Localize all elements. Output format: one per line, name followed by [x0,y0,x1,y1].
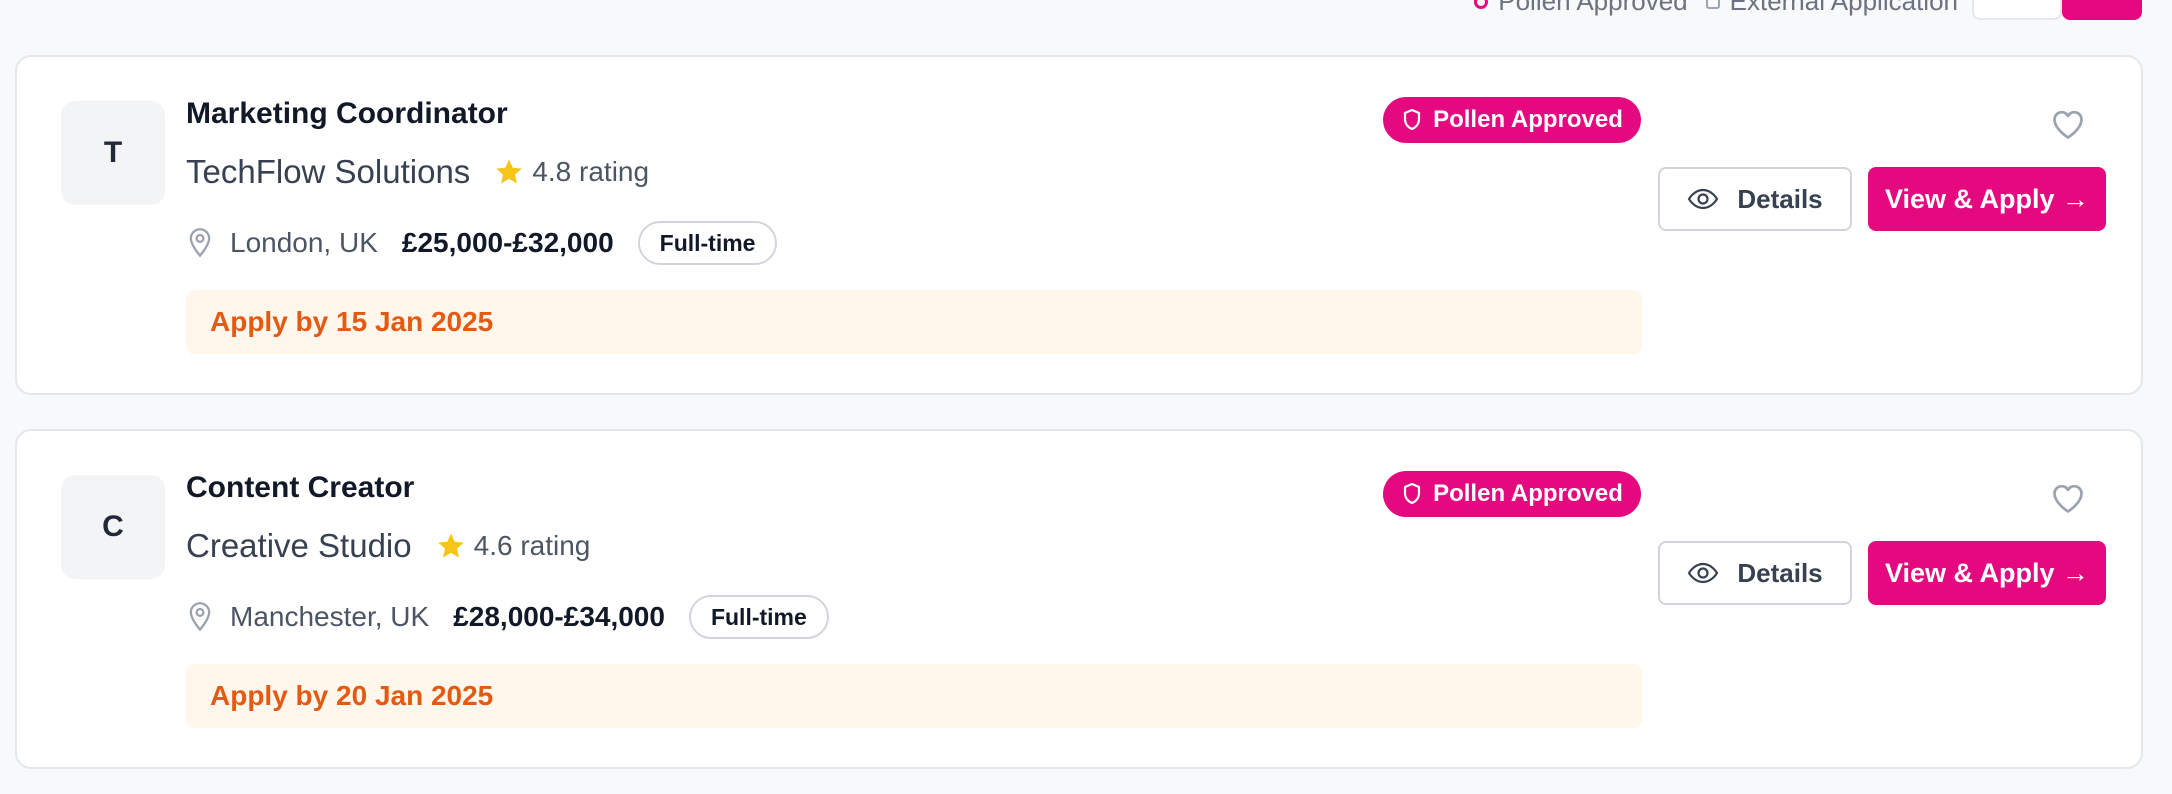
job-listings-page: Pollen Approved External Application T M… [0,0,2172,794]
company-name[interactable]: Creative Studio [186,527,412,565]
shield-icon [1403,482,1421,505]
shield-icon [1403,108,1421,131]
external-square-icon [1705,0,1720,9]
company-name[interactable]: TechFlow Solutions [186,153,470,191]
application-deadline: Apply by 15 Jan 2025 [186,290,1642,354]
pollen-approved-badge: Pollen Approved [1383,97,1641,143]
location-pin-icon [189,602,211,632]
legend-label: Pollen Approved [1498,0,1688,16]
legend-label: External Application [1729,0,1958,16]
pollen-approved-badge: Pollen Approved [1383,471,1641,517]
company-avatar: C [61,475,165,579]
badge-label: Pollen Approved [1433,106,1623,133]
details-button[interactable]: Details [1658,541,1852,605]
details-button[interactable]: Details [1658,167,1852,231]
location-pin-icon [189,228,211,258]
details-label: Details [1737,557,1823,588]
legend-item-pollen-approved: Pollen Approved [1474,0,1688,17]
job-title[interactable]: Marketing Coordinator [186,97,508,131]
listing-toolbar: Pollen Approved External Application [0,0,2172,20]
job-location: Manchester, UK [230,601,430,632]
badge-legend: Pollen Approved External Application [1474,0,1958,17]
company-row: TechFlow Solutions 4.8 rating [186,153,649,191]
heart-icon[interactable] [2050,107,2086,141]
company-avatar: T [61,101,165,205]
grid-view-button[interactable] [2062,0,2142,20]
view-apply-button[interactable]: View & Apply → [1868,541,2106,605]
job-card: C Content Creator Creative Studio 4.6 ra… [15,429,2143,769]
details-label: Details [1737,183,1823,214]
job-meta: London, UK £25,000-£32,000 Full-time [186,220,778,266]
company-rating: 4.6 rating [473,530,591,561]
job-type-badge: Full-time [688,595,829,639]
company-row: Creative Studio 4.6 rating [186,527,590,565]
pink-dot-icon [1474,0,1489,9]
star-icon [496,159,523,184]
job-salary: £25,000-£32,000 [401,227,614,258]
view-apply-button[interactable]: View & Apply → [1868,167,2106,231]
badge-label: Pollen Approved [1433,480,1623,507]
job-meta: Manchester, UK £28,000-£34,000 Full-time [186,594,829,640]
application-deadline: Apply by 20 Jan 2025 [186,664,1642,728]
company-rating: 4.8 rating [532,156,650,187]
star-icon [437,533,464,558]
job-type-badge: Full-time [637,221,778,265]
eye-icon [1688,562,1719,584]
job-card: T Marketing Coordinator TechFlow Solutio… [15,55,2143,395]
job-location: London, UK [230,227,378,258]
eye-icon [1688,188,1719,210]
job-salary: £28,000-£34,000 [453,601,665,632]
job-title[interactable]: Content Creator [186,471,414,505]
heart-icon[interactable] [2050,481,2086,515]
list-view-button[interactable] [1972,0,2062,20]
legend-item-external-application: External Application [1705,0,1958,17]
